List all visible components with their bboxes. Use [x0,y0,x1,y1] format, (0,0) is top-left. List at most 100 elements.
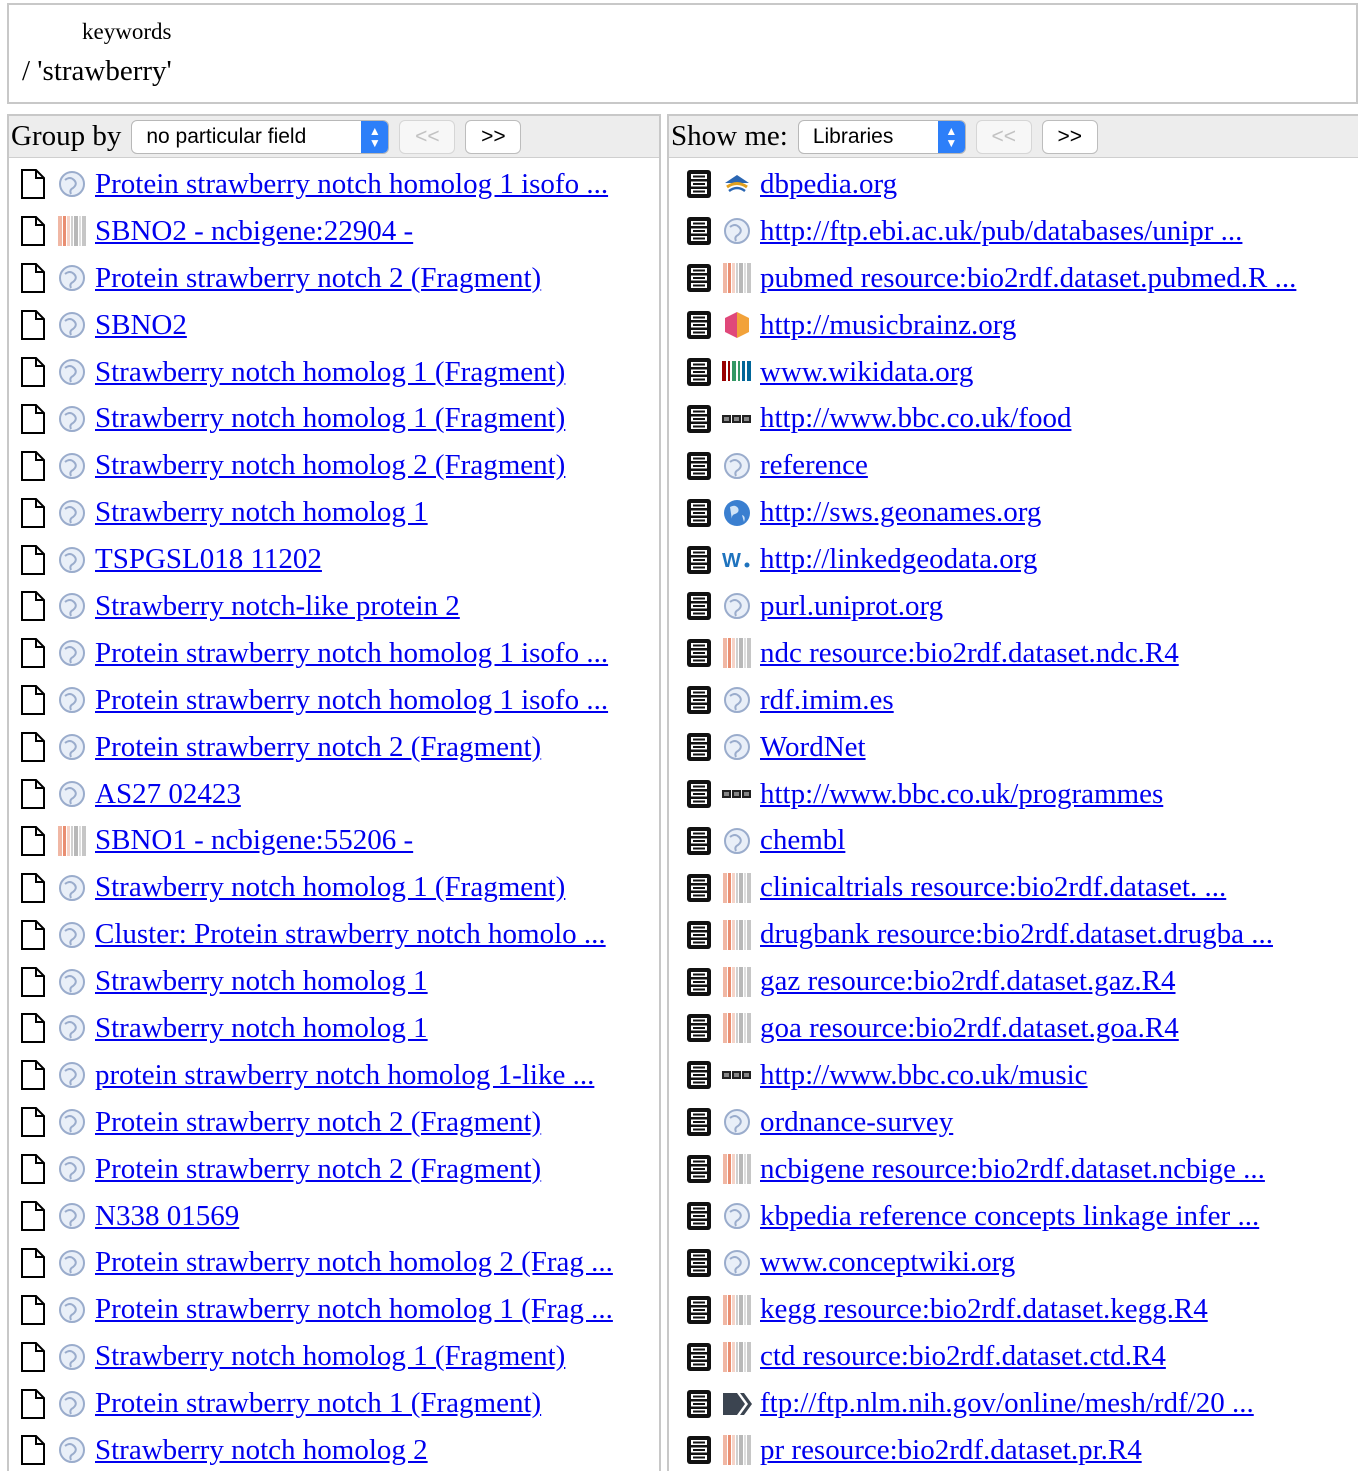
result-link[interactable]: Protein strawberry notch 2 (Fragment) [95,731,541,764]
result-link[interactable]: Cluster: Protein strawberry notch homolo… [95,918,606,951]
document-icon[interactable] [19,1200,47,1232]
result-link[interactable]: Strawberry notch homolog 1 (Fragment) [95,871,565,904]
database-icon[interactable] [685,873,713,903]
library-link[interactable]: chembl [760,824,845,857]
document-icon[interactable] [19,262,47,294]
database-icon[interactable] [685,1060,713,1090]
database-icon[interactable] [685,732,713,762]
database-icon[interactable] [685,1389,713,1419]
database-icon[interactable] [685,310,713,340]
database-icon[interactable] [685,967,713,997]
result-link[interactable]: Protein strawberry notch 1 (Fragment) [95,1387,541,1420]
document-icon[interactable] [19,1106,47,1138]
document-icon[interactable] [19,544,47,576]
document-icon[interactable] [19,168,47,200]
result-link[interactable]: Strawberry notch homolog 2 [95,1434,428,1467]
library-link[interactable]: http://www.bbc.co.uk/music [760,1059,1088,1092]
library-link[interactable]: ordnance-survey [760,1106,953,1139]
database-icon[interactable] [685,404,713,434]
library-link[interactable]: http://sws.geonames.org [760,496,1041,529]
result-link[interactable]: Strawberry notch homolog 1 (Fragment) [95,356,565,389]
group-by-select[interactable]: no particular field ▲ ▼ [131,119,390,154]
database-icon[interactable] [685,1201,713,1231]
library-link[interactable]: ncbigene resource:bio2rdf.dataset.ncbige… [760,1153,1265,1186]
database-icon[interactable] [685,1342,713,1372]
library-link[interactable]: pubmed resource:bio2rdf.dataset.pubmed.R… [760,262,1296,295]
database-icon[interactable] [685,1435,713,1465]
database-icon[interactable] [685,216,713,246]
database-icon[interactable] [685,357,713,387]
database-icon[interactable] [685,638,713,668]
library-link[interactable]: reference [760,449,868,482]
results-next-button[interactable]: >> [465,119,522,154]
result-link[interactable]: Protein strawberry notch 2 (Fragment) [95,1153,541,1186]
document-icon[interactable] [19,1059,47,1091]
library-link[interactable]: pr resource:bio2rdf.dataset.pr.R4 [760,1434,1142,1467]
database-icon[interactable] [685,498,713,528]
library-link[interactable]: dbpedia.org [760,168,897,201]
document-icon[interactable] [19,1434,47,1466]
result-link[interactable]: Protein strawberry notch homolog 1 isofo… [95,684,608,717]
libraries-next-button[interactable]: >> [1041,119,1098,154]
result-link[interactable]: Strawberry notch homolog 1 (Fragment) [95,1340,565,1373]
document-icon[interactable] [19,684,47,716]
document-icon[interactable] [19,731,47,763]
result-link[interactable]: Strawberry notch homolog 1 [95,1012,428,1045]
library-link[interactable]: drugbank resource:bio2rdf.dataset.drugba… [760,918,1273,951]
library-link[interactable]: kegg resource:bio2rdf.dataset.kegg.R4 [760,1293,1208,1326]
database-icon[interactable] [685,1154,713,1184]
library-link[interactable]: http://www.bbc.co.uk/programmes [760,778,1163,811]
database-icon[interactable] [685,920,713,950]
result-link[interactable]: SBNO1 - ncbigene:55206 - [95,824,413,857]
library-link[interactable]: ndc resource:bio2rdf.dataset.ndc.R4 [760,637,1179,670]
result-link[interactable]: Protein strawberry notch homolog 1 isofo… [95,637,608,670]
library-link[interactable]: http://musicbrainz.org [760,309,1016,342]
database-icon[interactable] [685,591,713,621]
result-link[interactable]: SBNO2 - ncbigene:22904 - [95,215,413,248]
database-icon[interactable] [685,1013,713,1043]
document-icon[interactable] [19,919,47,951]
result-link[interactable]: N338 01569 [95,1200,239,1233]
document-icon[interactable] [19,215,47,247]
result-link[interactable]: Protein strawberry notch homolog 2 (Frag… [95,1246,613,1279]
library-link[interactable]: www.conceptwiki.org [760,1246,1015,1279]
result-link[interactable]: TSPGSL018 11202 [95,543,322,576]
result-link[interactable]: Strawberry notch homolog 2 (Fragment) [95,449,565,482]
document-icon[interactable] [19,1153,47,1185]
document-icon[interactable] [19,637,47,669]
result-link[interactable]: Strawberry notch homolog 1 (Fragment) [95,402,565,435]
document-icon[interactable] [19,309,47,341]
document-icon[interactable] [19,1388,47,1420]
document-icon[interactable] [19,778,47,810]
library-link[interactable]: kbpedia reference concepts linkage infer… [760,1200,1259,1233]
document-icon[interactable] [19,966,47,998]
result-link[interactable]: Protein strawberry notch 2 (Fragment) [95,1106,541,1139]
result-link[interactable]: AS27 02423 [95,778,241,811]
database-icon[interactable] [685,1107,713,1137]
result-link[interactable]: SBNO2 [95,309,187,342]
database-icon[interactable] [685,1248,713,1278]
result-link[interactable]: protein strawberry notch homolog 1-like … [95,1059,594,1092]
database-icon[interactable] [685,263,713,293]
library-link[interactable]: purl.uniprot.org [760,590,943,623]
database-icon[interactable] [685,826,713,856]
library-link[interactable]: rdf.imim.es [760,684,894,717]
result-link[interactable]: Strawberry notch homolog 1 [95,965,428,998]
result-link[interactable]: Protein strawberry notch homolog 1 (Frag… [95,1293,613,1326]
library-link[interactable]: ftp://ftp.nlm.nih.gov/online/mesh/rdf/20… [760,1387,1254,1420]
libraries-prev-button[interactable]: << [975,119,1032,154]
database-icon[interactable] [685,545,713,575]
document-icon[interactable] [19,872,47,904]
library-link[interactable]: http://ftp.ebi.ac.uk/pub/databases/unipr… [760,215,1242,248]
result-link[interactable]: Protein strawberry notch 2 (Fragment) [95,262,541,295]
library-link[interactable]: ctd resource:bio2rdf.dataset.ctd.R4 [760,1340,1166,1373]
library-link[interactable]: clinicaltrials resource:bio2rdf.dataset.… [760,871,1226,904]
show-me-select[interactable]: Libraries ▲ ▼ [797,119,966,154]
document-icon[interactable] [19,1012,47,1044]
library-link[interactable]: www.wikidata.org [760,356,973,389]
database-icon[interactable] [685,779,713,809]
database-icon[interactable] [685,169,713,199]
database-icon[interactable] [685,451,713,481]
library-link[interactable]: goa resource:bio2rdf.dataset.goa.R4 [760,1012,1179,1045]
document-icon[interactable] [19,403,47,435]
